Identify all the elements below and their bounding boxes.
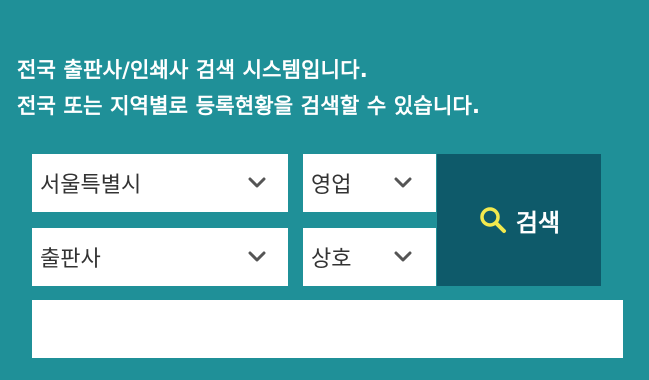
status-select[interactable]: 영업: [303, 154, 436, 212]
intro-line-1: 전국 출판사/인쇄사 검색 시스템입니다.: [17, 58, 368, 82]
search-field-select-value: 상호: [311, 247, 352, 272]
search-icon: [480, 207, 506, 233]
search-button[interactable]: 검색: [437, 154, 601, 286]
chevron-down-icon: [248, 177, 266, 188]
category-select-value: 출판사: [40, 247, 101, 272]
region-select[interactable]: 서울특별시: [32, 154, 288, 212]
intro-text: 전국 출판사/인쇄사 검색 시스템입니다. 전국 또는 지역별로 등록현황을 검…: [17, 52, 480, 124]
chevron-down-icon: [248, 251, 266, 262]
keyword-input[interactable]: [32, 300, 623, 358]
category-select[interactable]: 출판사: [32, 228, 288, 286]
intro-line-2: 전국 또는 지역별로 등록현황을 검색할 수 있습니다.: [17, 94, 481, 118]
search-field-select[interactable]: 상호: [303, 228, 436, 286]
region-select-value: 서울특별시: [40, 173, 142, 198]
search-button-label: 검색: [515, 208, 561, 237]
chevron-down-icon: [394, 177, 412, 188]
status-select-value: 영업: [311, 173, 352, 198]
search-panel: 전국 출판사/인쇄사 검색 시스템입니다. 전국 또는 지역별로 등록현황을 검…: [0, 0, 649, 380]
chevron-down-icon: [394, 251, 412, 262]
